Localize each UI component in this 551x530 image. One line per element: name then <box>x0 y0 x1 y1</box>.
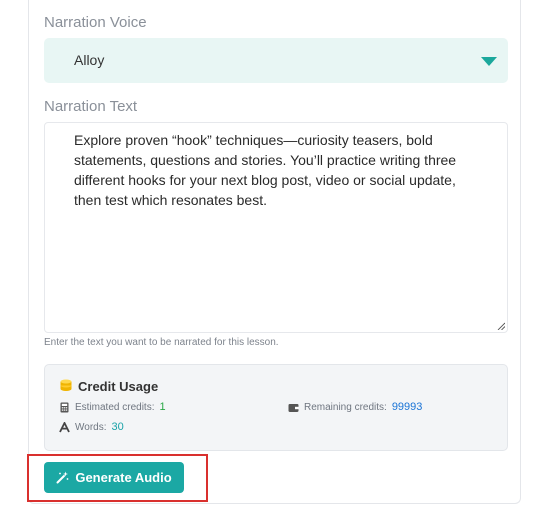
calculator-icon <box>60 402 69 412</box>
remaining-credits-value: 99993 <box>391 401 423 413</box>
wallet-icon <box>288 403 299 412</box>
remaining-credits-stat: Remaining credits: 99993 <box>288 401 422 413</box>
generate-audio-label: Generate Audio <box>75 470 172 485</box>
resize-grip-icon[interactable] <box>497 322 505 330</box>
narration-voice-label: Narration Voice <box>44 14 147 31</box>
caret-down-icon <box>481 57 497 66</box>
narration-text-label: Narration Text <box>44 98 138 115</box>
words-value: 30 <box>111 421 124 433</box>
narration-voice-selected: Alloy <box>74 52 105 68</box>
words-stat: Words: 30 <box>59 421 124 433</box>
words-label: Words: <box>75 421 107 433</box>
narration-text-helper: Enter the text you want to be narrated f… <box>44 337 279 348</box>
font-icon <box>59 421 70 432</box>
magic-wand-icon <box>56 471 69 484</box>
credit-usage-panel: Credit Usage Estimated credits: 1 Remain… <box>44 364 508 451</box>
coins-icon <box>60 379 72 391</box>
remaining-credits-label: Remaining credits: <box>304 401 387 413</box>
estimated-credits-value: 1 <box>159 401 166 413</box>
narration-text-value: Explore proven “hook” techniques—curiosi… <box>74 132 457 208</box>
generate-audio-button[interactable]: Generate Audio <box>44 462 184 493</box>
estimated-credits-stat: Estimated credits: 1 <box>59 401 166 413</box>
narration-voice-select[interactable]: Alloy <box>44 38 508 83</box>
estimated-credits-label: Estimated credits: <box>75 401 155 413</box>
narration-text-input[interactable]: Explore proven “hook” techniques—curiosi… <box>44 122 508 333</box>
credit-usage-title: Credit Usage <box>78 379 159 394</box>
